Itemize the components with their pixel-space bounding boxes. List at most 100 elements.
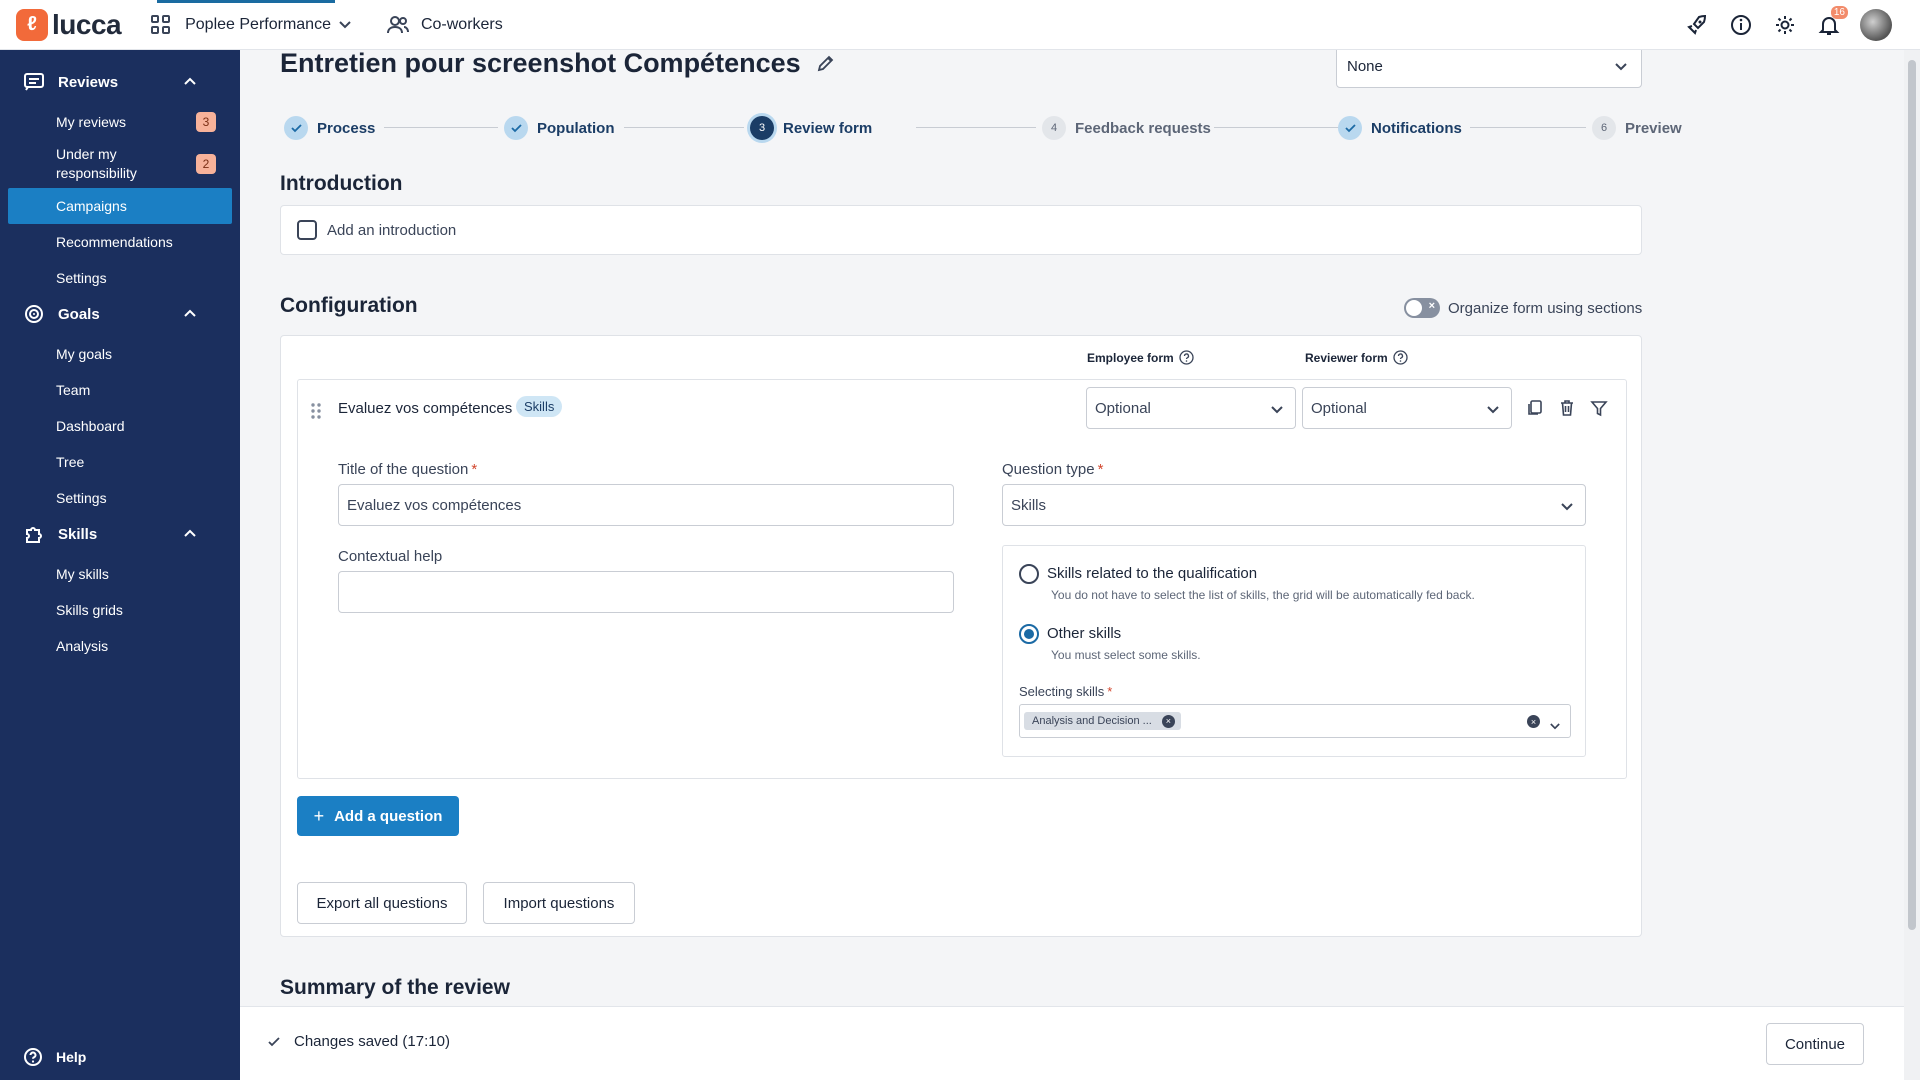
button-label: Import questions xyxy=(503,894,615,912)
help-icon[interactable] xyxy=(1179,350,1194,365)
trash-icon[interactable] xyxy=(1558,399,1576,421)
step-connector xyxy=(1470,127,1586,128)
sidebar-item-label: Settings xyxy=(56,490,107,506)
step-label: Notifications xyxy=(1371,119,1462,137)
sidebar-item-label: Recommendations xyxy=(56,234,173,250)
continue-button[interactable]: Continue xyxy=(1766,1023,1864,1065)
title-of-question-input[interactable]: Evaluez vos compétences xyxy=(338,484,954,526)
help-icon[interactable] xyxy=(1393,350,1408,365)
sidebar-item-label: My skills xyxy=(56,566,109,582)
save-status: Changes saved (17:10) xyxy=(268,1033,450,1050)
configuration-heading: Configuration xyxy=(280,294,418,317)
coworkers-link[interactable]: Co-workers xyxy=(386,15,503,35)
app-switcher[interactable]: Poplee Performance xyxy=(151,0,351,50)
radio-skills-related-qualification[interactable] xyxy=(1019,564,1039,584)
lucca-logo[interactable]: ℓ lucca xyxy=(16,8,122,41)
select-value: Skills xyxy=(1011,496,1047,514)
clear-selection-icon[interactable]: × xyxy=(1527,715,1540,728)
chip-remove-icon[interactable]: × xyxy=(1161,714,1175,728)
sidebar-item-skills-grids[interactable]: Skills grids xyxy=(0,592,240,628)
contextual-help-input[interactable] xyxy=(338,571,954,613)
sidebar-item-under-my-responsibility[interactable]: Under my responsibility 2 xyxy=(0,140,240,188)
scrollbar-thumb[interactable] xyxy=(1908,60,1916,930)
rocket-icon[interactable] xyxy=(1684,12,1710,38)
step-preview[interactable]: 6 Preview xyxy=(1592,115,1682,141)
employee-form-select[interactable]: Optional xyxy=(1086,387,1296,429)
skills-options-panel: Skills related to the qualification You … xyxy=(1002,545,1586,757)
step-review-form[interactable]: 3 Review form xyxy=(750,115,872,141)
info-icon[interactable] xyxy=(1728,12,1754,38)
selecting-skills-multiselect[interactable]: Analysis and Decision ... × × xyxy=(1019,704,1571,738)
step-connector xyxy=(624,127,744,128)
export-all-questions-button[interactable]: Export all questions xyxy=(297,882,467,924)
drag-handle-icon[interactable] xyxy=(310,402,322,420)
count-badge: 2 xyxy=(196,154,216,174)
step-population[interactable]: Population xyxy=(504,115,615,141)
sidebar-item-tree[interactable]: Tree xyxy=(0,444,240,480)
logo-text: lucca xyxy=(52,8,122,40)
question-block: Evaluez vos compétences Skills Optional … xyxy=(297,379,1627,779)
employee-form-header: Employee form xyxy=(1087,350,1194,365)
organize-sections-toggle-row[interactable]: × Organize form using sections xyxy=(1404,298,1642,318)
import-questions-button[interactable]: Import questions xyxy=(483,882,635,924)
help-label: Help xyxy=(56,1049,87,1065)
step-feedback-requests[interactable]: 4 Feedback requests xyxy=(1042,115,1211,141)
filter-icon[interactable] xyxy=(1590,399,1608,421)
step-connector xyxy=(1214,127,1342,128)
top-right-actions: 16 xyxy=(1666,0,1892,50)
field-label-text: Title of the question xyxy=(338,461,469,478)
sidebar-item-label: Settings xyxy=(56,270,107,286)
sidebar-item-reviews-settings[interactable]: Settings xyxy=(0,260,240,296)
selected-skill-chip: Analysis and Decision ... × xyxy=(1024,712,1181,730)
pencil-icon[interactable] xyxy=(817,50,835,79)
button-label: Continue xyxy=(1784,1035,1846,1053)
help-link[interactable]: Help xyxy=(24,1048,86,1066)
sidebar-item-campaigns[interactable]: Campaigns xyxy=(8,188,232,224)
add-question-button[interactable]: + Add a question xyxy=(297,796,459,836)
reviewer-form-select[interactable]: Optional xyxy=(1302,387,1512,429)
question-title-preview: Evaluez vos compétences xyxy=(338,400,513,417)
top-bar: ℓ lucca Poplee Performance Co-workers 16 xyxy=(0,0,1920,50)
input-value: Evaluez vos compétences xyxy=(347,496,522,514)
sidebar-item-my-goals[interactable]: My goals xyxy=(0,336,240,372)
page-scrollbar[interactable] xyxy=(1904,50,1920,1080)
sidebar-section-goals[interactable]: Goals xyxy=(0,296,240,332)
add-introduction-checkbox[interactable] xyxy=(297,220,317,240)
sidebar-section-label: Reviews xyxy=(58,73,119,91)
step-notifications[interactable]: Notifications xyxy=(1338,115,1462,141)
user-avatar[interactable] xyxy=(1860,9,1892,41)
title-of-question-label: Title of the question * xyxy=(338,461,478,478)
step-number: 3 xyxy=(750,116,774,140)
organize-sections-toggle[interactable]: × xyxy=(1404,298,1440,318)
check-icon xyxy=(1338,116,1362,140)
sidebar-section-reviews[interactable]: Reviews xyxy=(0,64,240,100)
sidebar-item-recommendations[interactable]: Recommendations xyxy=(0,224,240,260)
chevron-down-icon xyxy=(339,18,351,32)
bell-icon[interactable]: 16 xyxy=(1816,6,1848,38)
step-label: Feedback requests xyxy=(1075,119,1211,137)
duplicate-icon[interactable] xyxy=(1526,399,1544,421)
gear-icon[interactable] xyxy=(1772,12,1798,38)
button-label: Export all questions xyxy=(316,894,448,912)
people-icon xyxy=(386,15,409,33)
sidebar-section-skills[interactable]: Skills xyxy=(0,516,240,552)
chevron-up-icon xyxy=(184,528,210,540)
reviewer-form-label: Reviewer form xyxy=(1305,350,1388,365)
main-content: Entretien pour screenshot Compétences No… xyxy=(240,50,1904,1006)
add-introduction-checkbox-row[interactable]: Add an introduction xyxy=(297,220,456,240)
radio-other-skills[interactable] xyxy=(1019,624,1039,644)
chevron-down-icon[interactable] xyxy=(1550,717,1560,734)
sidebar-item-team[interactable]: Team xyxy=(0,372,240,408)
question-type-select[interactable]: Skills xyxy=(1002,484,1586,526)
top-select[interactable]: None xyxy=(1336,50,1642,88)
selecting-skills-label: Selecting skills * xyxy=(1019,684,1113,699)
sidebar-item-goals-settings[interactable]: Settings xyxy=(0,480,240,516)
step-process[interactable]: Process xyxy=(284,115,375,141)
sidebar-item-analysis[interactable]: Analysis xyxy=(0,628,240,664)
sidebar-item-dashboard[interactable]: Dashboard xyxy=(0,408,240,444)
lucca-logo-icon: ℓ xyxy=(16,8,48,41)
sidebar-item-my-reviews[interactable]: My reviews 3 xyxy=(0,104,240,140)
sidebar-item-label: Skills grids xyxy=(56,602,123,618)
configuration-card: Employee form Reviewer form Evaluez vos … xyxy=(280,335,1642,937)
sidebar-item-my-skills[interactable]: My skills xyxy=(0,556,240,592)
